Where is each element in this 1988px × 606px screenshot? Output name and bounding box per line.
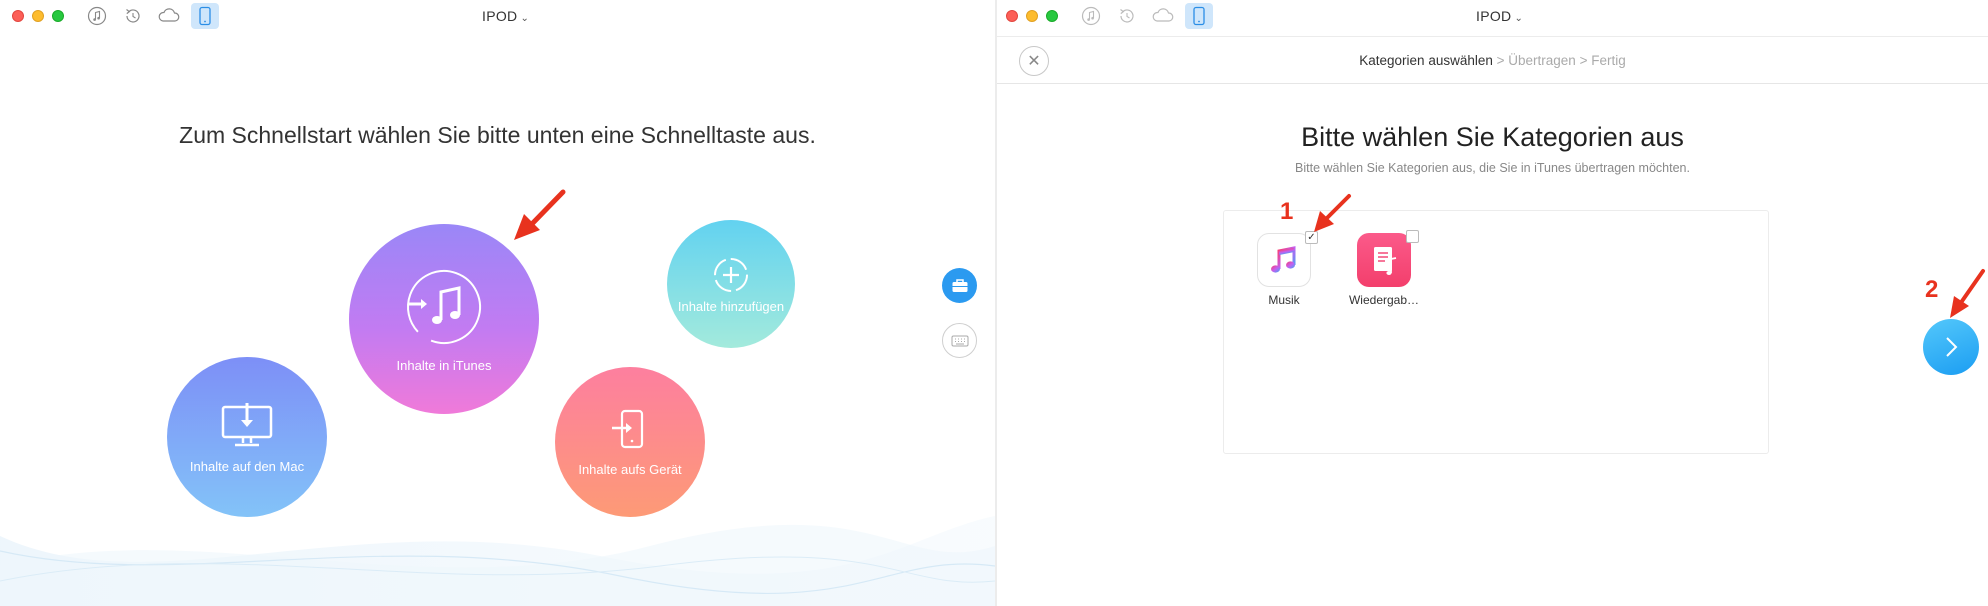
device-icon[interactable] — [1185, 3, 1213, 29]
annotation-number-1: 1 — [1280, 198, 1294, 225]
decorative-wave — [0, 516, 995, 606]
device-name: IPOD — [482, 8, 518, 24]
keyboard-icon — [951, 335, 968, 346]
close-window-button[interactable] — [12, 10, 24, 22]
to-device-icon — [612, 409, 644, 448]
breadcrumb-step-done: Fertig — [1591, 53, 1626, 68]
chevron-right-icon — [1946, 337, 1958, 357]
breadcrumb-step-transfer: Übertragen — [1508, 53, 1576, 68]
category-label: Musik — [1268, 293, 1300, 307]
music-app-icon: ✓ — [1257, 231, 1318, 287]
category-item-music[interactable]: ✓ Musik — [1244, 231, 1324, 307]
device-transfer-label: Inhalte aufs Gerät — [578, 461, 682, 477]
to-itunes-icon — [407, 269, 481, 344]
category-list: ✓ Musik Wiedergab… — [1223, 210, 1769, 454]
cloud-icon[interactable] — [1149, 3, 1177, 29]
device-transfer-button[interactable]: Inhalte aufs Gerät — [555, 367, 705, 517]
breadcrumb-separator: > — [1575, 53, 1592, 68]
add-content-button[interactable]: Inhalte hinzufügen — [667, 220, 795, 348]
device-icon[interactable] — [191, 3, 219, 29]
chevron-down-icon: ⌄ — [520, 13, 530, 24]
device-selector[interactable]: IPOD ⌄ — [1476, 8, 1523, 24]
zoom-window-button[interactable] — [1046, 10, 1058, 22]
add-icon — [714, 257, 748, 292]
device-selector[interactable]: IPOD ⌄ — [482, 8, 529, 24]
playlist-app-icon — [1357, 230, 1419, 287]
close-window-button[interactable] — [1006, 10, 1018, 22]
titlebar: IPOD ⌄ — [0, 0, 995, 36]
category-checkbox-playlists[interactable] — [1406, 230, 1419, 243]
itunes-transfer-button[interactable]: Inhalte in iTunes — [349, 224, 539, 414]
cloud-icon[interactable] — [155, 3, 183, 29]
mac-transfer-label: Inhalte auf den Mac — [189, 458, 305, 474]
breadcrumb-separator: > — [1492, 53, 1509, 68]
zoom-window-button[interactable] — [52, 10, 64, 22]
to-mac-icon — [221, 402, 273, 446]
minimize-window-button[interactable] — [1026, 10, 1038, 22]
quick-start-window: IPOD ⌄ Zum Schnellstart wählen Sie bitte … — [0, 0, 995, 606]
category-label: Wiedergab… — [1348, 293, 1420, 307]
restore-icon[interactable] — [1113, 3, 1141, 29]
page-subtitle: Bitte wählen Sie Kategorien aus, die Sie… — [1295, 161, 1690, 175]
annotation-arrow-1 — [1314, 194, 1351, 232]
annotation-arrow-left — [514, 189, 566, 240]
next-button[interactable] — [1923, 319, 1979, 375]
titlebar: IPOD ⌄ — [997, 0, 1988, 36]
step-header: ✕ Kategorien auswählen > Übertragen > Fe… — [997, 36, 1988, 84]
minimize-window-button[interactable] — [32, 10, 44, 22]
page-title: Bitte wählen Sie Kategorien aus — [1301, 122, 1684, 152]
category-item-playlists[interactable]: Wiedergab… — [1344, 230, 1424, 307]
music-icon[interactable] — [1077, 3, 1105, 29]
breadcrumb-step-categories: Kategorien auswählen — [1359, 53, 1493, 68]
music-icon[interactable] — [83, 3, 111, 29]
restore-icon[interactable] — [119, 3, 147, 29]
page-title: Zum Schnellstart wählen Sie bitte unten … — [179, 122, 816, 148]
add-content-label: Inhalte hinzufügen — [677, 298, 785, 314]
itunes-transfer-label: Inhalte in iTunes — [396, 357, 492, 373]
breadcrumb: Kategorien auswählen > Übertragen > Fert… — [997, 53, 1988, 68]
briefcase-icon — [952, 278, 967, 292]
device-name: IPOD — [1476, 8, 1512, 24]
toolkit-button[interactable] — [942, 268, 977, 303]
annotation-arrow-2 — [1950, 269, 1985, 318]
annotation-number-2: 2 — [1925, 276, 1939, 303]
category-select-window: IPOD ⌄ ✕ Kategorien auswählen > Übertrage… — [997, 0, 1988, 606]
mac-transfer-button[interactable]: Inhalte auf den Mac — [167, 357, 327, 517]
keyboard-button[interactable] — [942, 323, 977, 358]
chevron-down-icon: ⌄ — [1514, 13, 1524, 24]
